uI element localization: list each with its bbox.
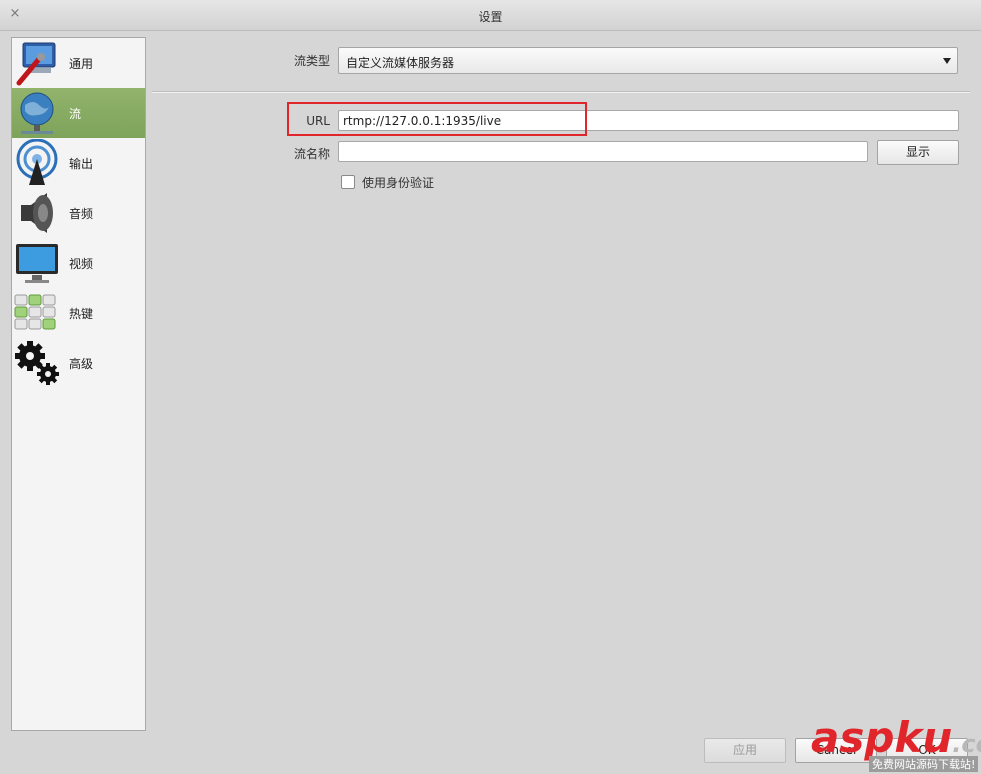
sidebar-item-stream[interactable]: 流 [12,88,145,138]
sidebar-item-label: 视频 [69,256,94,271]
apply-button[interactable]: 应用 [704,738,786,763]
chevron-down-icon [943,58,951,64]
sidebar-item-video[interactable]: 视频 [12,238,145,288]
sidebar-item-general[interactable]: 通用 [12,38,145,88]
use-auth-label[interactable]: 使用身份验证 [362,174,434,191]
monitor-icon [12,238,62,288]
sidebar-item-label: 流 [69,106,82,121]
show-button[interactable]: 显示 [877,140,959,165]
sidebar-item-label: 音频 [69,206,94,221]
watermark-suffix: .com [952,730,981,758]
window-title: 设置 [478,10,503,24]
sidebar-item-hotkeys[interactable]: 热键 [12,288,145,338]
use-auth-checkbox[interactable] [341,175,355,189]
stream-key-label: 流名称 [293,147,330,161]
output-broadcast-icon [12,138,62,188]
sidebar-item-label: 通用 [69,56,94,71]
url-highlight-box [287,102,587,136]
watermark-main: aspku [811,713,953,762]
speaker-icon [12,188,62,238]
stream-key-field[interactable] [338,141,868,162]
general-settings-icon [12,38,62,88]
sidebar-item-audio[interactable]: 音频 [12,188,145,238]
sidebar-item-advanced[interactable]: 高级 [12,338,145,388]
title-bar: × 设置 [0,0,981,31]
gears-icon [12,338,62,388]
stream-type-label: 流类型 [293,54,330,68]
section-divider [152,91,970,93]
hotkeys-keyboard-icon [12,288,62,338]
settings-sidebar: 通用 流 输出 音频 视频 热键 高级 [11,37,146,731]
sidebar-item-label: 输出 [69,156,94,171]
sidebar-item-output[interactable]: 输出 [12,138,145,188]
watermark-subtitle: 免费网站源码下载站! [869,756,979,772]
sidebar-item-label: 高级 [69,356,94,371]
sidebar-item-label: 热键 [69,306,94,321]
stream-globe-icon [12,88,62,138]
site-watermark: aspku.com 免费网站源码下载站! [811,714,981,774]
stream-type-value: 自定义流媒体服务器 [346,56,455,70]
stream-type-select[interactable]: 自定义流媒体服务器 [338,47,958,74]
